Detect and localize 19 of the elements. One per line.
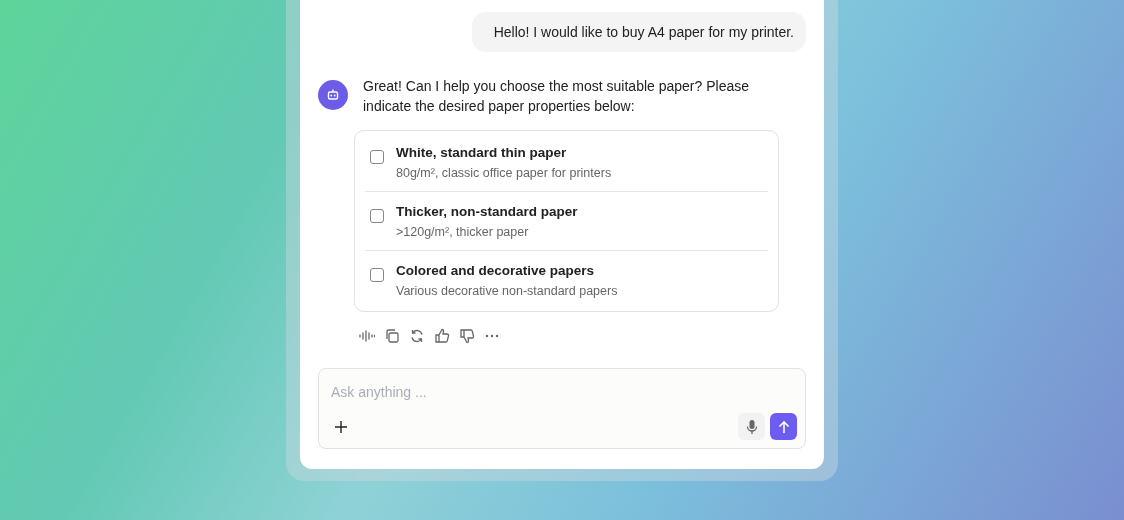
option-title: White, standard thin paper <box>396 145 568 160</box>
bot-message: Great! Can I help you choose the most suitable paper? Please indicate the desired paper properties below: <box>363 77 750 116</box>
arrow-up-icon <box>776 419 791 434</box>
option-description: Various decorative non-standard papers <box>396 284 618 298</box>
checkbox[interactable] <box>370 209 384 223</box>
microphone-icon <box>745 418 758 435</box>
message-input[interactable]: Ask anything ... <box>331 384 797 400</box>
microphone-button[interactable] <box>738 413 765 440</box>
bot-avatar-icon <box>318 80 348 110</box>
thumbs-up-icon[interactable] <box>432 326 452 346</box>
option-description: >120g/m², thicker paper <box>396 225 530 239</box>
checkbox[interactable] <box>370 150 384 164</box>
option-description: 80g/m², classic office paper for printers <box>396 166 612 180</box>
user-message: Hello! I would like to buy A4 paper for my printer. <box>471 12 806 52</box>
option-title: Thicker, non-standard paper <box>396 204 578 219</box>
option-title: Colored and decorative papers <box>396 263 596 278</box>
send-button[interactable] <box>770 413 797 440</box>
thumbs-down-icon[interactable] <box>457 326 477 346</box>
checkbox[interactable] <box>370 268 384 282</box>
